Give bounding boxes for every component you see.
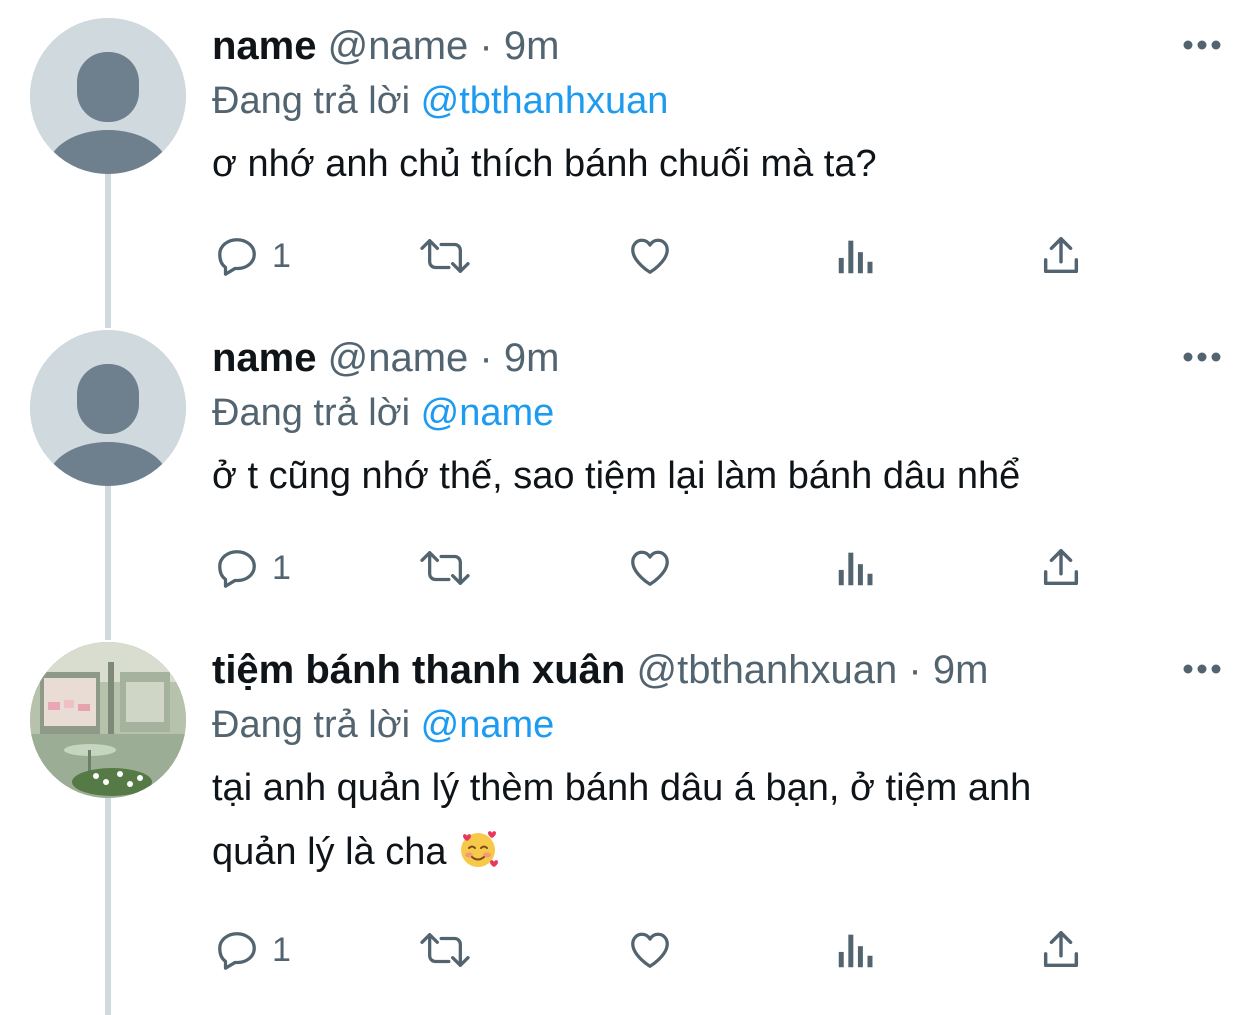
retweet-button[interactable] <box>417 226 473 286</box>
tweet-text: tại anh quản lý thèm bánh dâu á bạn, ở t… <box>212 756 1222 890</box>
avatar[interactable] <box>30 18 186 174</box>
user-handle[interactable]: @name <box>328 336 469 380</box>
reply-count: 1 <box>272 930 291 969</box>
retweet-button[interactable] <box>417 920 473 980</box>
more-button[interactable] <box>1172 342 1232 372</box>
timestamp[interactable]: 9m <box>504 336 560 380</box>
heart-icon <box>631 932 669 968</box>
views-icon <box>838 552 873 586</box>
like-button[interactable] <box>626 538 674 598</box>
more-icon <box>1183 664 1221 674</box>
mention-link[interactable]: @name <box>421 392 555 434</box>
tweet-text-segment: quản lý là cha <box>212 831 447 873</box>
reply-count: 1 <box>272 548 291 587</box>
views-button[interactable] <box>834 226 878 286</box>
replying-to-label: Đang trả lời <box>212 80 411 122</box>
timestamp[interactable]: 9m <box>933 648 989 692</box>
reply-icon <box>218 238 256 276</box>
tweet-text-line: quản lý là cha <box>212 820 1222 890</box>
tweet[interactable]: name @name · 9m Đang trả lời @tbthanhxua… <box>0 18 1242 318</box>
tweet-body: tiệm bánh thanh xuân @tbthanhxuan · 9m Đ… <box>212 642 1222 890</box>
display-name[interactable]: tiệm bánh thanh xuân <box>212 648 625 692</box>
action-bar: 1 <box>212 538 1112 598</box>
like-button[interactable] <box>626 920 674 980</box>
tweet-body: name @name · 9m Đang trả lời @tbthanhxua… <box>212 18 1222 196</box>
reply-count: 1 <box>272 236 291 275</box>
more-button[interactable] <box>1172 30 1232 60</box>
replying-to: Đang trả lời @tbthanhxuan <box>212 74 1222 128</box>
share-button[interactable] <box>1038 226 1084 286</box>
share-button[interactable] <box>1038 538 1084 598</box>
share-icon <box>1043 549 1079 586</box>
smiling-face-with-hearts-emoji <box>457 826 499 890</box>
avatar[interactable] <box>30 330 186 486</box>
heart-icon <box>631 238 669 274</box>
reply-button[interactable]: 1 <box>214 226 291 286</box>
tweet[interactable]: tiệm bánh thanh xuân @tbthanhxuan · 9m Đ… <box>0 642 1242 1015</box>
tweet[interactable]: name @name · 9m Đang trả lời @name ở t c… <box>0 330 1242 630</box>
tweet-body: name @name · 9m Đang trả lời @name ở t c… <box>212 330 1222 508</box>
reply-button[interactable]: 1 <box>214 920 291 980</box>
separator-dot: · <box>479 24 493 68</box>
replying-to: Đang trả lời @name <box>212 698 1222 752</box>
mention-link[interactable]: @tbthanhxuan <box>421 80 669 122</box>
retweet-icon <box>420 551 470 585</box>
timestamp[interactable]: 9m <box>504 24 560 68</box>
like-button[interactable] <box>626 226 674 286</box>
retweet-icon <box>420 239 470 273</box>
user-handle[interactable]: @tbthanhxuan <box>636 648 897 692</box>
action-bar: 1 <box>212 920 1112 980</box>
default-avatar-icon <box>30 330 186 486</box>
tweet-text: ở t cũng nhớ thế, sao tiệm lại làm bánh … <box>212 455 1021 497</box>
more-button[interactable] <box>1172 654 1232 684</box>
heart-icon <box>631 550 669 586</box>
reply-icon <box>218 550 256 588</box>
display-name[interactable]: name <box>212 336 317 380</box>
tweet-text: ơ nhớ anh chủ thích bánh chuối mà ta? <box>212 143 877 185</box>
avatar[interactable] <box>30 642 186 798</box>
views-button[interactable] <box>834 920 878 980</box>
shop-photo-avatar <box>30 642 186 798</box>
replying-to: Đang trả lời @name <box>212 386 1222 440</box>
retweet-button[interactable] <box>417 538 473 598</box>
user-handle[interactable]: @name <box>328 24 469 68</box>
tweet-header: name @name · 9m <box>212 18 1222 74</box>
default-avatar-icon <box>30 18 186 174</box>
replying-to-label: Đang trả lời <box>212 392 411 434</box>
more-icon <box>1183 352 1221 362</box>
reply-icon <box>218 932 256 970</box>
separator-dot: · <box>479 336 493 380</box>
replying-to-label: Đang trả lời <box>212 704 411 746</box>
share-button[interactable] <box>1038 920 1084 980</box>
tweet-text-line: tại anh quản lý thèm bánh dâu á bạn, ở t… <box>212 767 1032 809</box>
separator-dot: · <box>908 648 922 692</box>
display-name[interactable]: name <box>212 24 317 68</box>
retweet-icon <box>420 933 470 967</box>
views-icon <box>838 934 873 968</box>
reply-button[interactable]: 1 <box>214 538 291 598</box>
views-button[interactable] <box>834 538 878 598</box>
share-icon <box>1043 237 1079 274</box>
action-bar: 1 <box>212 226 1112 286</box>
mention-link[interactable]: @name <box>421 704 555 746</box>
tweet-header: name @name · 9m <box>212 330 1222 386</box>
tweet-header: tiệm bánh thanh xuân @tbthanhxuan · 9m <box>212 642 1222 698</box>
more-icon <box>1183 40 1221 50</box>
views-icon <box>838 240 873 274</box>
share-icon <box>1043 931 1079 968</box>
